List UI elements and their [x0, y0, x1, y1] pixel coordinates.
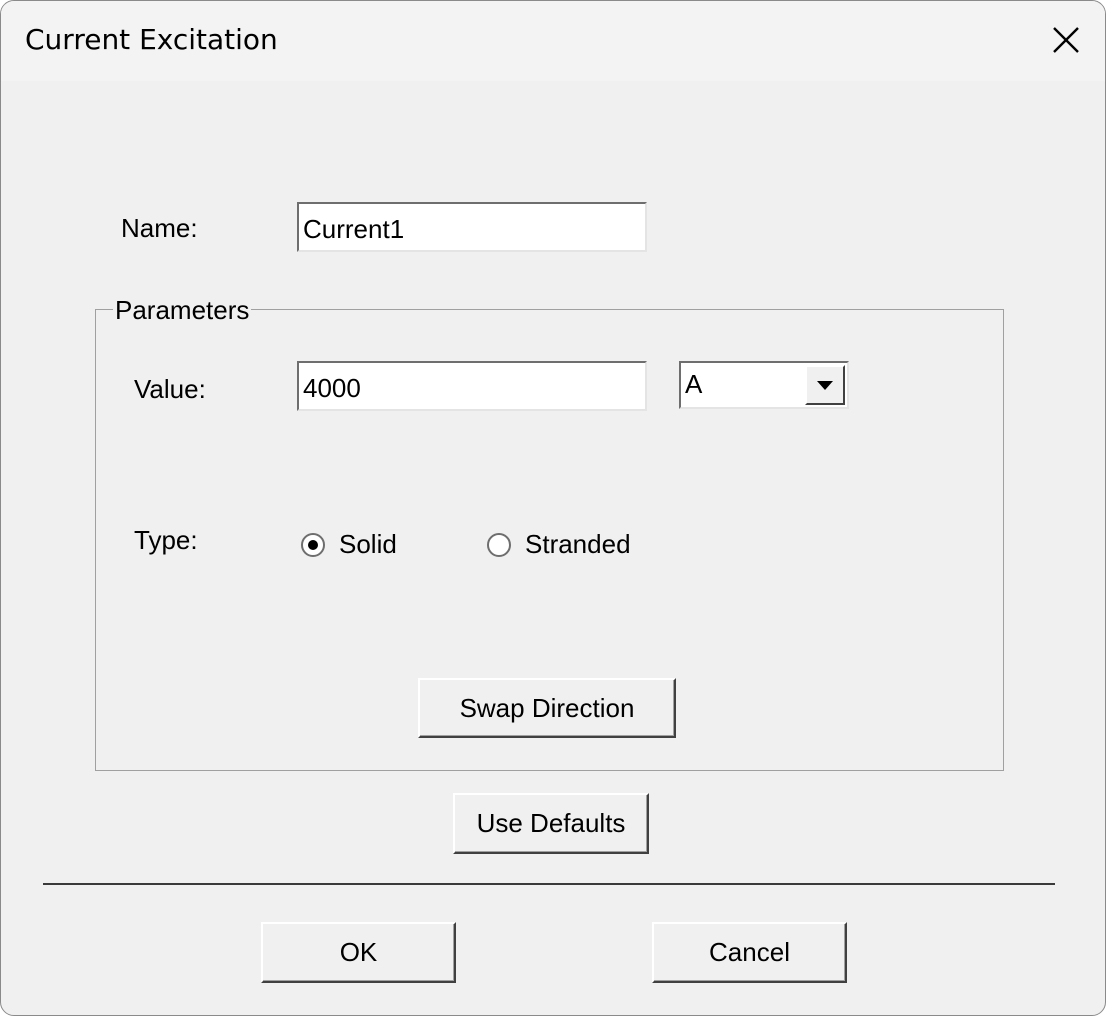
radio-solid-label: Solid: [339, 529, 397, 559]
cancel-button[interactable]: Cancel: [652, 922, 847, 983]
swap-direction-button[interactable]: Swap Direction: [418, 678, 676, 738]
radio-stranded-circle[interactable]: [487, 532, 511, 557]
use-defaults-button[interactable]: Use Defaults: [453, 793, 649, 854]
radio-solid[interactable]: Solid: [301, 529, 397, 560]
title-bar: Current Excitation: [1, 1, 1105, 81]
parameters-group-title: Parameters: [113, 295, 252, 326]
value-label: Value:: [134, 374, 206, 404]
unit-select[interactable]: A: [679, 361, 849, 409]
close-button[interactable]: [1041, 17, 1091, 63]
footer-separator: [43, 883, 1055, 885]
type-label: Type:: [134, 525, 198, 555]
name-label: Name:: [121, 213, 198, 243]
unit-dropdown-button[interactable]: [805, 365, 845, 405]
dialog-window: Current Excitation Name: Parameters Valu…: [0, 0, 1106, 1016]
close-icon: [1053, 27, 1079, 53]
name-input[interactable]: [297, 202, 647, 252]
ok-button[interactable]: OK: [261, 922, 456, 983]
unit-select-value: A: [685, 369, 703, 399]
dialog-title: Current Excitation: [25, 23, 278, 56]
value-input[interactable]: [297, 361, 647, 411]
radio-stranded-label: Stranded: [525, 529, 631, 559]
radio-selected-dot: [308, 539, 318, 550]
radio-stranded[interactable]: Stranded: [487, 529, 631, 560]
radio-solid-circle[interactable]: [301, 532, 325, 557]
chevron-down-icon: [817, 381, 833, 390]
